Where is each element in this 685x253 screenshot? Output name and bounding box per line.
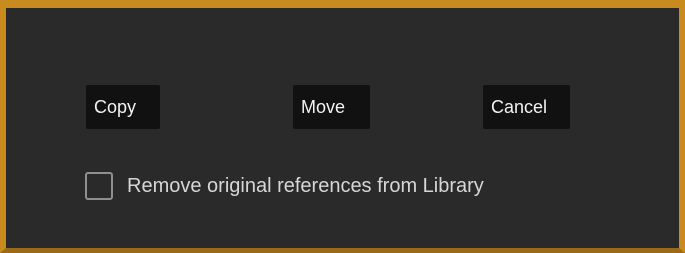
copy-move-dialog: Copy Move Cancel Remove original referen… [0,0,685,253]
copy-button[interactable]: Copy [86,85,160,129]
remove-references-checkbox[interactable] [85,172,113,200]
cancel-button[interactable]: Cancel [483,85,570,129]
remove-references-option[interactable]: Remove original references from Library [85,169,484,203]
remove-references-label: Remove original references from Library [127,174,484,197]
move-button[interactable]: Move [293,85,370,129]
